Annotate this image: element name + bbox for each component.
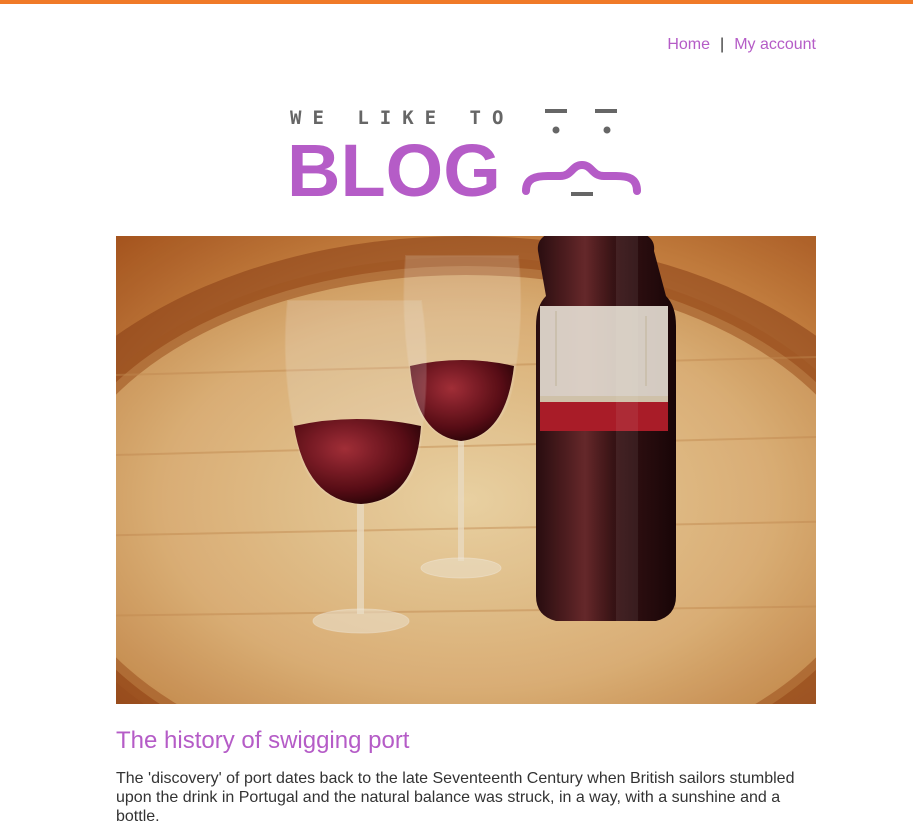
top-navigation: Home | My account: [667, 36, 816, 54]
site-logo[interactable]: WE LIKE TO BLOG: [287, 104, 642, 212]
logo-word: BLOG: [290, 129, 501, 200]
post-excerpt: The 'discovery' of port dates back to th…: [116, 770, 795, 825]
port-wine-glasses-on-barrel-photo: [116, 236, 816, 704]
top-accent-bar: [0, 0, 913, 4]
my-account-link[interactable]: My account: [734, 36, 816, 53]
logo-tagline: WE LIKE TO: [290, 107, 514, 129]
logo-face-icon: [522, 109, 641, 196]
nav-separator: |: [720, 36, 725, 53]
home-link[interactable]: Home: [667, 36, 710, 53]
logo-graphic: WE LIKE TO BLOG: [287, 107, 641, 212]
post-title[interactable]: The history of swigging port: [116, 727, 409, 755]
hero-image: [116, 236, 816, 704]
